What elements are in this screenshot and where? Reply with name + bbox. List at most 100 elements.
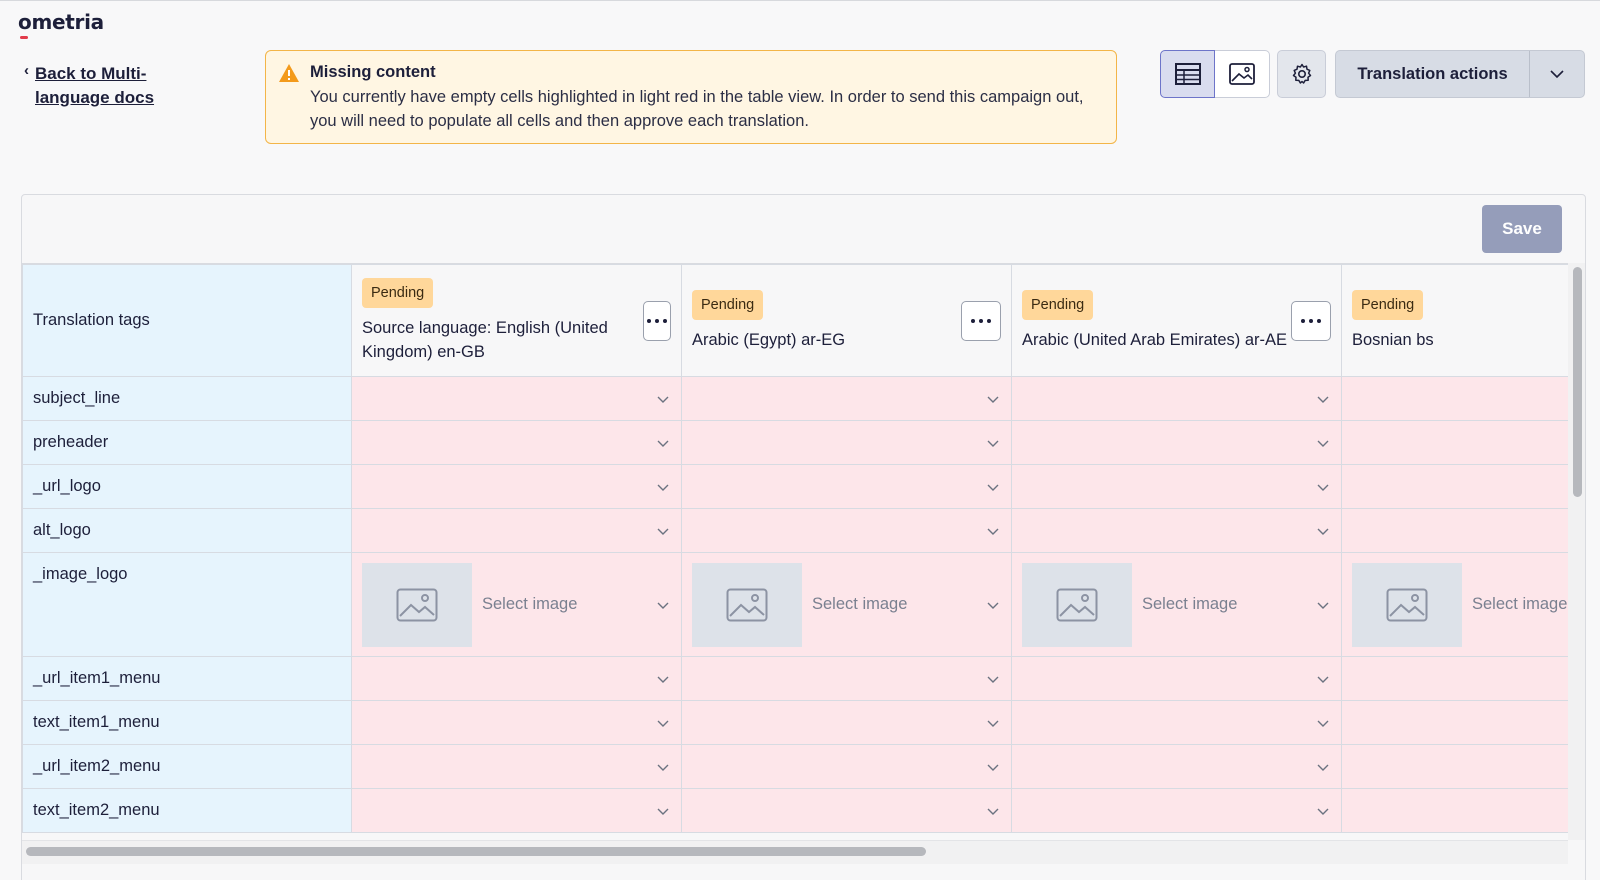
translation-cell[interactable] <box>351 376 682 421</box>
translation-cell[interactable] <box>681 656 1012 701</box>
language-menu-button[interactable] <box>1291 301 1331 341</box>
horizontal-scrollbar[interactable] <box>22 840 1568 864</box>
missing-content-alert: Missing content You currently have empty… <box>265 50 1117 144</box>
tag-name: text_item2_menu <box>22 788 352 833</box>
translation-cell[interactable] <box>1341 700 1568 745</box>
chevron-down-icon <box>1317 528 1329 535</box>
select-image-label[interactable]: Select image <box>1472 595 1567 614</box>
translation-cell[interactable] <box>1011 508 1342 553</box>
translation-cell[interactable] <box>1341 420 1568 465</box>
tag-name: _url_logo <box>22 464 352 509</box>
translation-cell[interactable] <box>351 744 682 789</box>
ometria-logo: ometria <box>18 10 104 39</box>
chevron-down-icon <box>987 764 999 771</box>
select-image-label[interactable]: Select image <box>482 595 577 614</box>
preview-view-button[interactable] <box>1215 50 1270 98</box>
translation-cell[interactable] <box>1341 656 1568 701</box>
language-column-header: Pending Source language: English (United … <box>351 264 682 377</box>
select-image-label[interactable]: Select image <box>1142 595 1237 614</box>
language-name: Source language: English (United Kingdom… <box>362 318 608 361</box>
chevron-down-icon <box>987 484 999 491</box>
window-top-border <box>0 0 1600 1</box>
chevron-down-icon <box>987 440 999 447</box>
more-dot <box>979 319 983 323</box>
translation-cell[interactable] <box>1341 788 1568 833</box>
translation-cell[interactable] <box>351 656 682 701</box>
settings-button[interactable] <box>1277 50 1326 98</box>
translation-cell[interactable] <box>681 420 1012 465</box>
table-view-button[interactable] <box>1160 50 1215 98</box>
translation-cell[interactable] <box>681 464 1012 509</box>
translation-cell[interactable] <box>681 376 1012 421</box>
translation-cell[interactable] <box>1011 744 1342 789</box>
translation-actions-dropdown[interactable] <box>1529 51 1584 97</box>
save-button[interactable]: Save <box>1482 205 1562 253</box>
image-icon <box>1229 63 1255 85</box>
vertical-scrollbar[interactable] <box>1568 263 1585 840</box>
more-dot <box>987 319 991 323</box>
chevron-down-icon <box>987 396 999 403</box>
more-dot <box>1309 319 1313 323</box>
chevron-down-icon <box>657 528 669 535</box>
language-menu-button[interactable] <box>643 301 671 341</box>
translation-cell[interactable] <box>351 700 682 745</box>
translation-cell[interactable] <box>1341 508 1568 553</box>
translation-cell[interactable] <box>1011 700 1342 745</box>
image-placeholder[interactable] <box>362 563 472 647</box>
vertical-scrollbar-thumb[interactable] <box>1573 267 1582 497</box>
translation-cell[interactable] <box>1011 656 1342 701</box>
image-placeholder[interactable] <box>1352 563 1462 647</box>
image-placeholder[interactable] <box>1022 563 1132 647</box>
translation-cell[interactable] <box>681 700 1012 745</box>
translation-cell[interactable] <box>1011 788 1342 833</box>
table-row: text_item2_menu <box>22 788 1568 833</box>
image-placeholder[interactable] <box>692 563 802 647</box>
translation-cell[interactable] <box>681 744 1012 789</box>
status-badge: Pending <box>692 289 764 320</box>
translation-cell[interactable] <box>681 508 1012 553</box>
translation-cell[interactable] <box>1341 376 1568 421</box>
image-placeholder-icon <box>396 588 438 622</box>
chevron-down-icon <box>657 676 669 683</box>
chevron-down-icon <box>657 484 669 491</box>
tag-column-header: Translation tags <box>22 264 352 377</box>
logo-text: ometria <box>18 10 104 34</box>
chevron-down-icon <box>1317 676 1329 683</box>
translation-cell[interactable] <box>681 788 1012 833</box>
translation-actions-label[interactable]: Translation actions <box>1336 51 1529 97</box>
table-row: preheader <box>22 420 1568 465</box>
select-image-label[interactable]: Select image <box>812 595 907 614</box>
table-row: _url_logo <box>22 464 1568 509</box>
tag-name: _url_item2_menu <box>22 744 352 789</box>
translation-cell[interactable] <box>351 420 682 465</box>
translation-cell[interactable] <box>351 464 682 509</box>
image-cell[interactable]: Select image <box>351 552 682 657</box>
tag-name: _image_logo <box>22 552 352 657</box>
image-cell[interactable]: Select image <box>1011 552 1342 657</box>
image-cell[interactable]: Select image <box>1341 552 1568 657</box>
image-cell[interactable]: Select image <box>681 552 1012 657</box>
tag-name: text_item1_menu <box>22 700 352 745</box>
translation-cell[interactable] <box>351 508 682 553</box>
translation-cell[interactable] <box>1341 464 1568 509</box>
back-link-label[interactable]: Back to Multi-language docs <box>35 62 204 110</box>
translation-cell[interactable] <box>1011 376 1342 421</box>
table-row: alt_logo <box>22 508 1568 553</box>
chevron-down-icon <box>657 396 669 403</box>
translation-table-scroll-area: Translation tags Pending Source language:… <box>22 263 1568 840</box>
tag-name: _url_item1_menu <box>22 656 352 701</box>
horizontal-scrollbar-thumb[interactable] <box>26 847 926 856</box>
gear-icon <box>1292 63 1311 84</box>
image-placeholder-icon <box>1386 588 1428 622</box>
chevron-down-icon <box>1317 602 1329 609</box>
translation-actions-button[interactable]: Translation actions <box>1335 50 1585 98</box>
back-link[interactable]: ‹ Back to Multi-language docs <box>24 62 204 110</box>
chevron-down-icon <box>1317 396 1329 403</box>
translation-cell[interactable] <box>1341 744 1568 789</box>
translation-cell[interactable] <box>351 788 682 833</box>
chevron-down-icon <box>1317 720 1329 727</box>
more-dot <box>1317 319 1321 323</box>
language-menu-button[interactable] <box>961 301 1001 341</box>
translation-cell[interactable] <box>1011 420 1342 465</box>
translation-cell[interactable] <box>1011 464 1342 509</box>
